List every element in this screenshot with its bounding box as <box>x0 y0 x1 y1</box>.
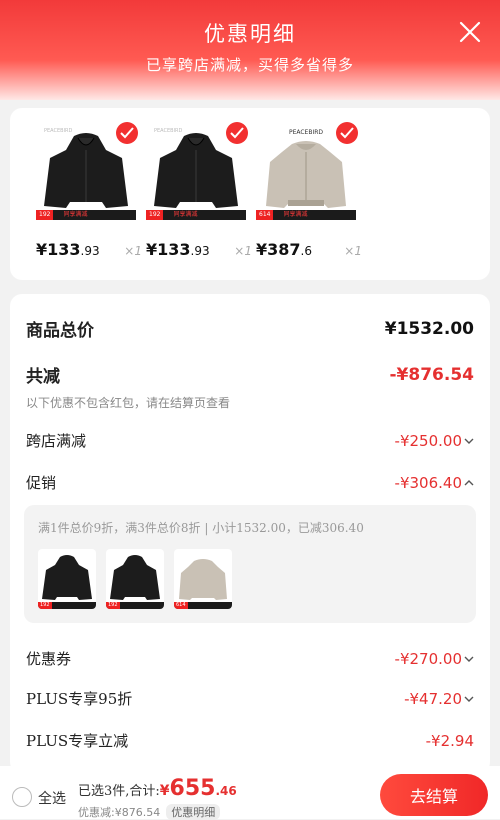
select-all-radio[interactable] <box>12 787 32 807</box>
promo-strip: 614 同享满减 <box>256 210 356 220</box>
summary-total-decimal: .46 <box>215 784 237 798</box>
svg-text:PEACEBIRD: PEACEBIRD <box>289 129 323 136</box>
total-label: 商品总价 <box>26 321 94 341</box>
coupon-value: -¥270.00 <box>394 649 462 668</box>
plus-direct-row: PLUS专享立减 -¥2.94 <box>26 730 474 751</box>
coupon-row[interactable]: 优惠券 -¥270.00 <box>26 648 474 669</box>
goods-price-decimal: .93 <box>80 244 100 258</box>
mini-product-image: 192 <box>106 549 164 609</box>
discount-amount: 优惠减:¥876.54 <box>78 806 161 819</box>
cross-store-label: 跨店满减 <box>26 432 87 450</box>
discount-detail-tag[interactable]: 优惠明细 <box>166 804 221 820</box>
total-row: 商品总价 ¥1532.00 <box>26 316 474 342</box>
promotion-label: 促销 <box>26 474 57 492</box>
checked-icon[interactable] <box>336 122 358 144</box>
total-summary: 已选3件,合计: ¥ 655 .46 <box>78 776 237 801</box>
promo-strip: 192 同享满减 <box>36 210 136 220</box>
svg-text:PEACEBIRD: PEACEBIRD <box>154 128 183 134</box>
mini-product-image: 614 <box>174 549 232 609</box>
select-all-label[interactable]: 全选 <box>38 788 66 808</box>
plus95-value: -¥47.20 <box>404 689 462 708</box>
promo-strip: 192 同享满减 <box>146 210 246 220</box>
plus95-row: PLUS专享95折 -¥47.20 <box>26 688 474 709</box>
chevron-down-icon[interactable] <box>464 654 474 664</box>
goods-price-decimal: .93 <box>190 244 210 258</box>
goods-item[interactable]: PEACEBIRD 192 同享满减 ¥133 .93 ×1 <box>36 122 142 259</box>
goods-item[interactable]: PEACEBIRD 614 同享满减 ¥387 .6 ×1 <box>256 122 362 259</box>
mini-product-image: 192 <box>38 549 96 609</box>
goods-price: ¥133 <box>146 240 191 259</box>
header: 优惠明细 已享跨店满减，买得多省得多 <box>0 0 500 100</box>
reduce-value: -¥876.54 <box>389 364 475 385</box>
plus-direct-value: -¥2.94 <box>425 731 474 750</box>
total-value: ¥1532.00 <box>384 318 474 339</box>
promotion-value: -¥306.40 <box>394 473 462 492</box>
cross-store-row[interactable]: 跨店满减 -¥250.00 <box>26 430 474 451</box>
bottom-bar: 全选 已选3件,合计: ¥ 655 .46 优惠减:¥876.54 优惠明细 去… <box>0 766 500 820</box>
close-icon[interactable] <box>458 20 482 44</box>
goods-card: PEACEBIRD 192同享满减 ¥133 .93 ×1 PEACEBIRD <box>10 108 490 280</box>
goods-price-decimal: .6 <box>300 244 312 258</box>
product-image: PEACEBIRD 192 同享满减 <box>146 122 248 220</box>
product-image: PEACEBIRD 614 同享满减 <box>256 122 358 220</box>
reduce-row: 共减 -¥876.54 <box>26 362 475 388</box>
promotion-detail-box: 满1件总价9折，满3件总价8折 | 小计1532.00，已减306.40 192… <box>24 505 476 623</box>
reduce-label: 共减 <box>26 367 60 387</box>
chevron-up-icon[interactable] <box>464 478 474 488</box>
plus-direct-label: PLUS专享立减 <box>26 732 129 750</box>
summary-currency: ¥ <box>159 783 170 799</box>
svg-text:PEACEBIRD: PEACEBIRD <box>44 128 73 134</box>
summary-label: 已选3件,合计: <box>78 784 160 799</box>
discount-summary: 优惠减:¥876.54 优惠明细 <box>78 804 221 820</box>
product-image: PEACEBIRD 192 同享满减 <box>36 122 138 220</box>
plus95-label: PLUS专享95折 <box>26 690 133 708</box>
goods-price: ¥387 <box>256 240 301 259</box>
goods-item[interactable]: PEACEBIRD 192 同享满减 ¥133 .93 ×1 <box>146 122 252 259</box>
goods-quantity: ×1 <box>234 244 252 258</box>
goods-price: ¥133 <box>36 240 81 259</box>
coupon-label: 优惠券 <box>26 650 72 668</box>
discount-note: 以下优惠不包含红包，请在结算页查看 <box>26 396 231 410</box>
goods-quantity: ×1 <box>344 244 362 258</box>
promotion-row[interactable]: 促销 -¥306.40 <box>26 472 474 493</box>
chevron-down-icon[interactable] <box>464 694 474 704</box>
page-subtitle: 已享跨店满减，买得多省得多 <box>145 56 354 74</box>
page-title: 优惠明细 <box>204 22 296 46</box>
chevron-down-icon[interactable] <box>464 436 474 446</box>
promotion-description: 满1件总价9折，满3件总价8折 | 小计1532.00，已减306.40 <box>38 521 364 535</box>
cross-store-value: -¥250.00 <box>394 431 462 450</box>
checked-icon[interactable] <box>116 122 138 144</box>
checked-icon[interactable] <box>226 122 248 144</box>
goods-quantity: ×1 <box>124 244 142 258</box>
checkout-button[interactable]: 去结算 <box>380 774 488 816</box>
summary-total: 655 <box>169 776 216 801</box>
